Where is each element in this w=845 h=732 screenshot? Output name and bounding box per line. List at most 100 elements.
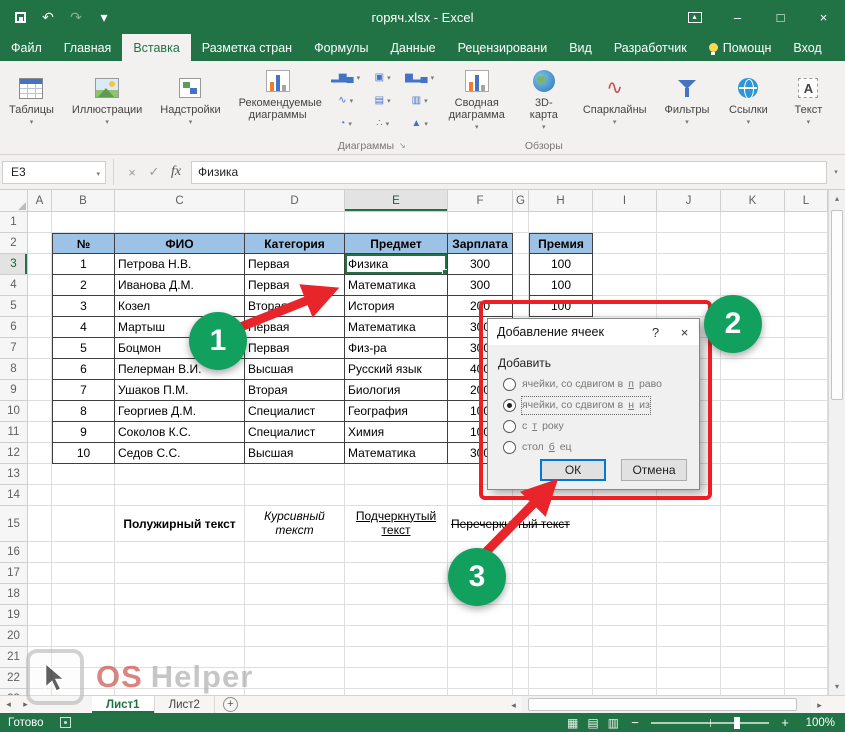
cell-B16[interactable] xyxy=(52,542,115,563)
column-header-L[interactable]: L xyxy=(785,190,828,212)
column-header-I[interactable]: I xyxy=(593,190,657,212)
cell-B11[interactable]: 9 xyxy=(52,422,115,443)
cell-F19[interactable] xyxy=(448,605,513,626)
cell-C15[interactable]: Полужирный текст xyxy=(115,506,245,542)
macro-record-icon[interactable] xyxy=(59,717,71,728)
cell-J20[interactable] xyxy=(657,626,721,647)
cell-I1[interactable] xyxy=(593,212,657,233)
cell-E19[interactable] xyxy=(345,605,448,626)
cell-E9[interactable]: Биология xyxy=(345,380,448,401)
cell-E10[interactable]: География xyxy=(345,401,448,422)
cell-D4[interactable]: Первая xyxy=(245,275,345,296)
cell-A13[interactable] xyxy=(28,464,52,485)
cell-D17[interactable] xyxy=(245,563,345,584)
column-header-H[interactable]: H xyxy=(529,190,593,212)
cell-I2[interactable] xyxy=(593,233,657,254)
column-header-A[interactable]: A xyxy=(28,190,52,212)
cell-K22[interactable] xyxy=(721,668,785,689)
cell-H19[interactable] xyxy=(529,605,593,626)
cell-E16[interactable] xyxy=(345,542,448,563)
cell-B13[interactable] xyxy=(52,464,115,485)
row-header-17[interactable]: 17 xyxy=(0,563,28,584)
cell-J18[interactable] xyxy=(657,584,721,605)
cell-K11[interactable] xyxy=(721,422,785,443)
cell-E2[interactable]: Предмет xyxy=(345,233,448,254)
cell-I20[interactable] xyxy=(593,626,657,647)
add-sheet-button[interactable]: + xyxy=(222,697,238,712)
cell-D10[interactable]: Специалист xyxy=(245,401,345,422)
tab-Вид[interactable]: Вид xyxy=(558,34,603,61)
cell-A9[interactable] xyxy=(28,380,52,401)
cell-E22[interactable] xyxy=(345,668,448,689)
cell-F15[interactable]: Перечеркнутый текст xyxy=(448,506,570,542)
cell-K12[interactable] xyxy=(721,443,785,464)
cell-H5[interactable]: 100 xyxy=(529,296,593,317)
cell-I22[interactable] xyxy=(593,668,657,689)
cell-G16[interactable] xyxy=(513,542,529,563)
pivot-chart-button[interactable]: Сводная диаграмма ▾ xyxy=(443,63,511,131)
cell-D16[interactable] xyxy=(245,542,345,563)
sheet-nav-right-icon[interactable]: ▸ xyxy=(17,696,34,713)
cell-B7[interactable]: 5 xyxy=(52,338,115,359)
cell-D5[interactable]: Вторая xyxy=(245,296,345,317)
cell-E12[interactable]: Математика xyxy=(345,443,448,464)
cell-C1[interactable] xyxy=(115,212,245,233)
cell-E15[interactable]: Подчеркнутый текст xyxy=(345,506,448,542)
illustrations-button[interactable]: Иллюстрации ▾ xyxy=(66,63,148,151)
cell-G22[interactable] xyxy=(513,668,529,689)
cell-L19[interactable] xyxy=(785,605,828,626)
links-button[interactable]: Ссылки ▾ xyxy=(721,63,775,151)
cell-J17[interactable] xyxy=(657,563,721,584)
cell-E6[interactable]: Математика xyxy=(345,317,448,338)
cell-A3[interactable] xyxy=(28,254,52,275)
cell-D9[interactable]: Вторая xyxy=(245,380,345,401)
cell-G21[interactable] xyxy=(513,647,529,668)
cell-A19[interactable] xyxy=(28,605,52,626)
cell-C16[interactable] xyxy=(115,542,245,563)
cell-L3[interactable] xyxy=(785,254,828,275)
cell-C17[interactable] xyxy=(115,563,245,584)
cell-B18[interactable] xyxy=(52,584,115,605)
cell-K21[interactable] xyxy=(721,647,785,668)
select-all-corner[interactable] xyxy=(0,190,28,212)
cell-A8[interactable] xyxy=(28,359,52,380)
cell-I15[interactable] xyxy=(593,506,657,542)
enter-entry-button[interactable]: ✓ xyxy=(143,161,165,183)
sheet-tab-list1[interactable]: Лист1 xyxy=(92,696,155,713)
cell-D22[interactable] xyxy=(245,668,345,689)
cell-F4[interactable]: 300 xyxy=(448,275,513,296)
cell-G4[interactable] xyxy=(513,275,529,296)
dialog-help-button[interactable]: ? xyxy=(641,319,670,345)
row-header-13[interactable]: 13 xyxy=(0,464,28,485)
column-header-E[interactable]: E xyxy=(345,190,448,212)
view-page-break-button[interactable]: ▥ xyxy=(608,716,619,730)
cell-L12[interactable] xyxy=(785,443,828,464)
zoom-slider[interactable] xyxy=(651,716,769,729)
cell-A1[interactable] xyxy=(28,212,52,233)
cell-D20[interactable] xyxy=(245,626,345,647)
cell-L14[interactable] xyxy=(785,485,828,506)
cell-B3[interactable]: 1 xyxy=(52,254,115,275)
name-box-dropdown-icon[interactable]: ▾ xyxy=(96,170,100,178)
close-button[interactable]: × xyxy=(802,0,845,34)
row-header-8[interactable]: 8 xyxy=(0,359,28,380)
cell-I18[interactable] xyxy=(593,584,657,605)
minimize-button[interactable]: – xyxy=(716,0,759,34)
cell-A12[interactable] xyxy=(28,443,52,464)
cell-E17[interactable] xyxy=(345,563,448,584)
cell-A10[interactable] xyxy=(28,401,52,422)
cell-L1[interactable] xyxy=(785,212,828,233)
column-header-J[interactable]: J xyxy=(657,190,721,212)
save-button[interactable] xyxy=(8,5,32,29)
cell-G19[interactable] xyxy=(513,605,529,626)
cell-D12[interactable]: Высшая xyxy=(245,443,345,464)
cell-C11[interactable]: Соколов К.С. xyxy=(115,422,245,443)
cell-K19[interactable] xyxy=(721,605,785,626)
cell-H4[interactable]: 100 xyxy=(529,275,593,296)
row-header-15[interactable]: 15 xyxy=(0,506,28,542)
zoom-level-label[interactable]: 100% xyxy=(801,717,835,729)
cell-L16[interactable] xyxy=(785,542,828,563)
cell-E1[interactable] xyxy=(345,212,448,233)
ok-button[interactable]: ОК xyxy=(540,459,606,481)
cell-G20[interactable] xyxy=(513,626,529,647)
